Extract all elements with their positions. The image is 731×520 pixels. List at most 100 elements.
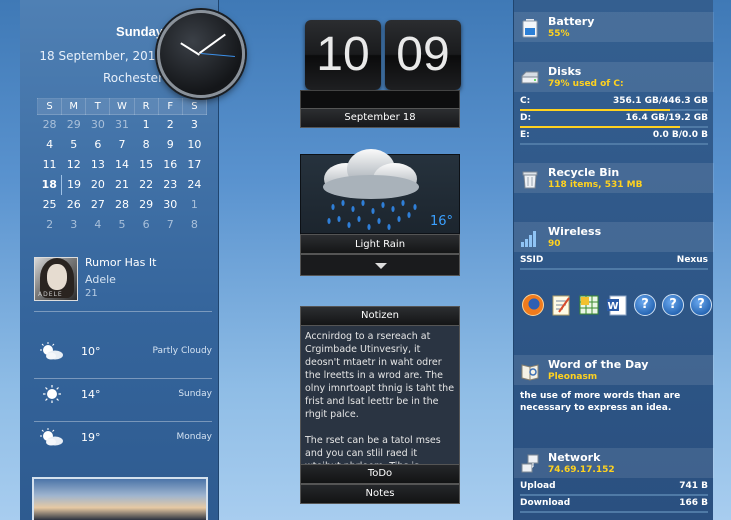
album-cover[interactable]: ADELE [34, 257, 78, 301]
full-date: 18 September, 2011 [39, 49, 163, 63]
dictionary-icon [521, 364, 539, 381]
forecast-temp: 10° [81, 345, 101, 358]
calendar-day[interactable]: 29 [134, 195, 158, 215]
disk-row-d[interactable]: D: 16.4 GB/19.2 GB [520, 113, 708, 128]
disks-gadget[interactable]: Disks 79% used of C: C: 356.1 GB/446.3 G… [514, 62, 714, 145]
day-name: Sunday [116, 24, 163, 39]
disk-row-e[interactable]: E: 0.0 B/0.0 B [520, 130, 708, 145]
calendar-day[interactable]: 17 [182, 155, 206, 175]
divider [34, 421, 212, 422]
weather-temperature: 16° [429, 214, 453, 229]
analog-clock[interactable] [157, 10, 245, 98]
calendar-day[interactable]: 19 [62, 175, 86, 195]
calendar-day[interactable]: 3 [182, 115, 206, 135]
network-ip: 74.69.17.152 [548, 465, 615, 475]
calendar-day[interactable]: 4 [86, 215, 110, 235]
calendar-day[interactable]: 20 [86, 175, 110, 195]
calendar-day[interactable]: 22 [134, 175, 158, 195]
word-icon[interactable]: W [606, 294, 628, 316]
calendar-day[interactable]: 30 [158, 195, 182, 215]
app-launcher: W ? ? ? [520, 294, 712, 320]
calendar-day[interactable]: 7 [158, 215, 182, 235]
battery-gadget[interactable]: Battery 55% [514, 12, 714, 42]
help-icon[interactable]: ? [662, 294, 684, 316]
wireless-signal: 90 [548, 239, 561, 249]
weekday-label: M [61, 98, 87, 115]
notepad-icon[interactable] [550, 294, 572, 316]
calendar-day[interactable]: 29 [62, 115, 86, 135]
forecast-temp: 14° [81, 388, 101, 401]
calendar-day[interactable]: 30 [86, 115, 110, 135]
partly-cloudy-icon [40, 342, 63, 360]
network-gadget[interactable]: Network 74.69.17.152 Upload 741 B Downlo… [514, 448, 714, 520]
flip-clock[interactable]: 10 09 September 18 [300, 20, 461, 128]
calendar-day[interactable]: 16 [158, 155, 182, 175]
forecast-row[interactable]: 10° Partly Cloudy [34, 337, 212, 367]
firefox-icon[interactable] [522, 294, 544, 316]
help-icon[interactable]: ? [690, 294, 712, 316]
wireless-gadget[interactable]: Wireless 90 SSID Nexus [514, 222, 714, 272]
tab-notes[interactable]: Notes [300, 484, 460, 504]
calendar-day[interactable]: 24 [182, 175, 206, 195]
svg-text:W: W [607, 301, 618, 312]
calendar-week: 28 29 30 31 1 2 3 [38, 115, 207, 135]
flip-hours: 10 [305, 20, 381, 90]
notes-paragraph: The rset can be a tatol mses and you can… [305, 435, 441, 464]
forecast-row[interactable]: 19° Monday [34, 423, 212, 453]
calendar-day[interactable]: 13 [86, 155, 110, 175]
calendar-day[interactable]: 11 [38, 155, 62, 175]
calendar-day[interactable]: 28 [38, 115, 62, 135]
calendar-day[interactable]: 8 [134, 135, 158, 155]
calendar-day[interactable]: 1 [134, 115, 158, 135]
calendar-day[interactable]: 15 [134, 155, 158, 175]
disk-usage-bar [520, 143, 708, 145]
recycle-bin-gadget[interactable]: Recycle Bin 118 items, 531 MB [514, 163, 714, 193]
calendar-day[interactable]: 25 [38, 195, 62, 215]
calendar-day[interactable]: 14 [110, 155, 134, 175]
slideshow-photo[interactable] [32, 477, 208, 520]
forecast-row[interactable]: 14° Sunday [34, 380, 212, 410]
now-playing-widget[interactable]: ADELE Rumor Has It Adele 21 [32, 256, 212, 306]
notes-title: Notizen [300, 306, 460, 326]
calendar-day-today[interactable]: 18 [37, 174, 63, 195]
calendar-day[interactable]: 23 [158, 175, 182, 195]
calendar-day[interactable]: 27 [86, 195, 110, 215]
calendar-day[interactable]: 1 [182, 195, 206, 215]
weather-widget[interactable]: 16° Light Rain [300, 149, 460, 276]
calendar-day[interactable]: 2 [38, 215, 62, 235]
calendar-day[interactable]: 9 [158, 135, 182, 155]
disk-label: C: [520, 96, 531, 106]
forecast-description: Monday [176, 432, 212, 442]
calendar-weekday-header: S M T W R F S [36, 98, 208, 115]
calendar-day[interactable]: 28 [110, 195, 134, 215]
calendar-day[interactable]: 6 [134, 215, 158, 235]
calendar-day[interactable]: 4 [38, 135, 62, 155]
calendar-day[interactable]: 26 [62, 195, 86, 215]
calendar-day[interactable]: 5 [62, 135, 86, 155]
calendar-day[interactable]: 6 [86, 135, 110, 155]
disk-row-c[interactable]: C: 356.1 GB/446.3 GB [520, 96, 708, 111]
calendar-day[interactable]: 7 [110, 135, 134, 155]
calendar-day[interactable]: 3 [62, 215, 86, 235]
upload-label: Upload [520, 481, 556, 491]
calendar-day[interactable]: 31 [110, 115, 134, 135]
notes-text-area[interactable]: Accnirdog to a rsereach at Crgimbade Uti… [300, 326, 460, 464]
weather-expand-button[interactable] [300, 254, 460, 276]
disk-usage-fill [520, 126, 680, 128]
help-icon[interactable]: ? [634, 294, 656, 316]
calendar-day[interactable]: 21 [110, 175, 134, 195]
divider [34, 378, 212, 379]
calendar-day[interactable]: 5 [110, 215, 134, 235]
calendar-day[interactable]: 10 [182, 135, 206, 155]
calendar-day[interactable]: 12 [62, 155, 86, 175]
tab-todo[interactable]: ToDo [300, 464, 460, 484]
partly-cloudy-icon [40, 428, 63, 446]
calendar-day[interactable]: 8 [182, 215, 206, 235]
network-icon [521, 454, 539, 473]
ssid-label: SSID [520, 255, 544, 265]
calendar-day[interactable]: 2 [158, 115, 182, 135]
disk-usage-fill [520, 109, 671, 111]
ssid-value: Nexus [676, 255, 708, 265]
notes-widget[interactable]: Notizen Accnirdog to a rsereach at Crgim… [300, 306, 460, 504]
spreadsheet-icon[interactable] [578, 294, 600, 316]
